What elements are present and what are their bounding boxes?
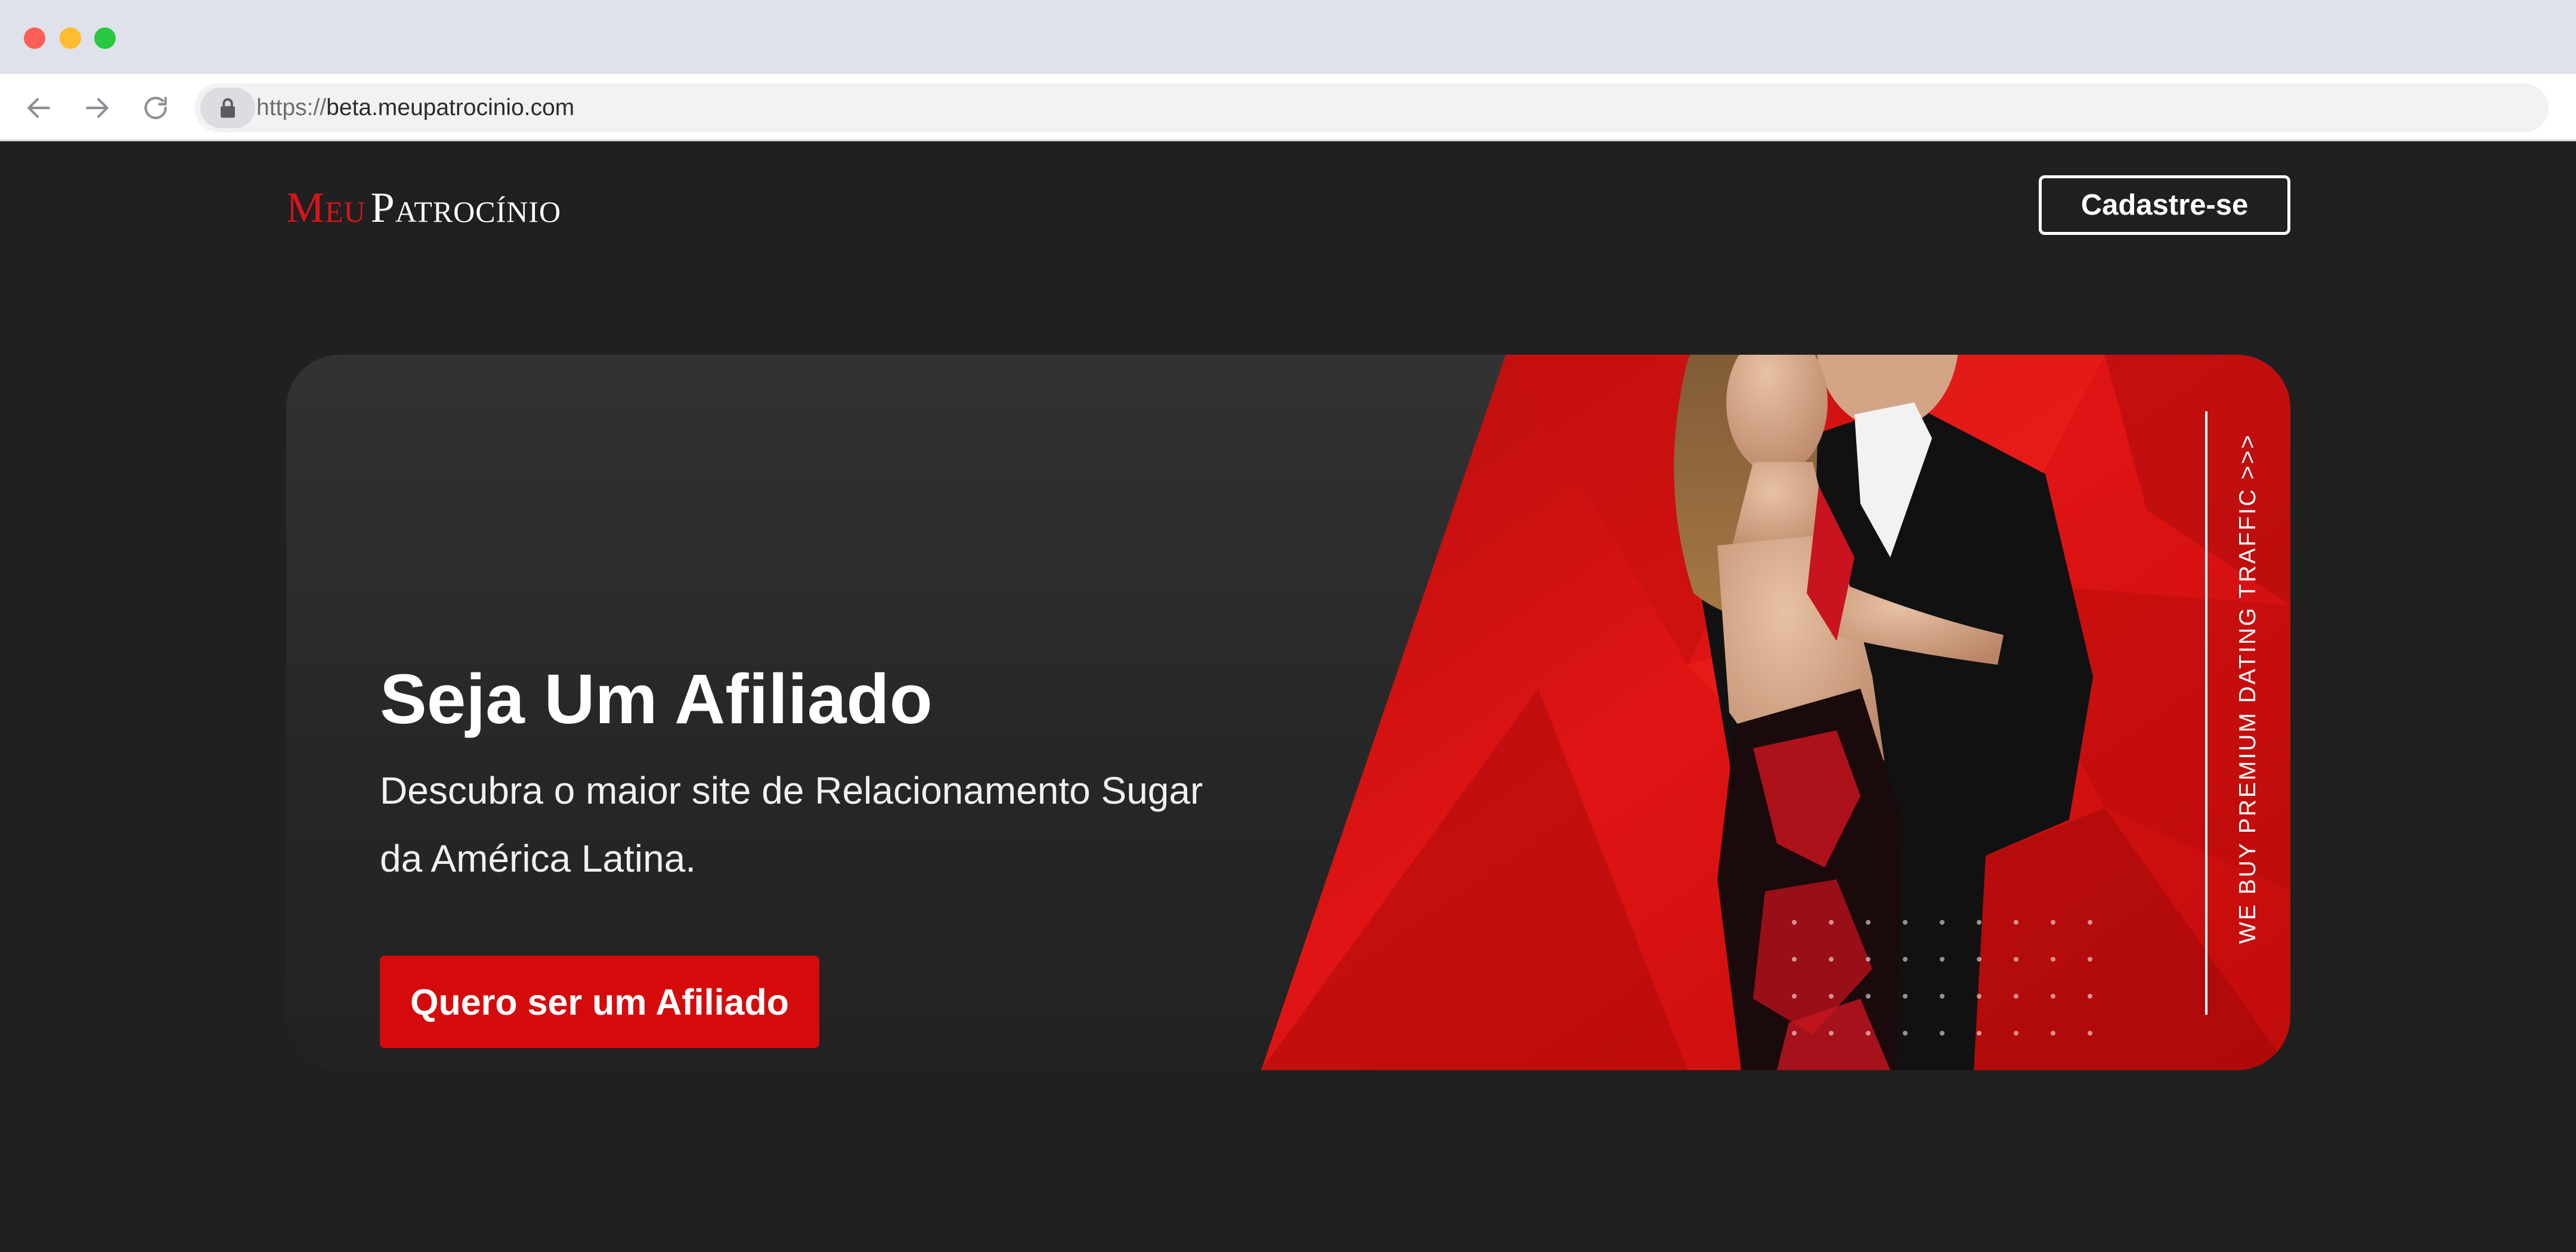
url-scheme: https:// bbox=[256, 95, 327, 120]
browser-toolbar: https://beta.meupatrocinio.com bbox=[0, 74, 2576, 141]
arrow-left-icon[interactable] bbox=[24, 93, 54, 123]
url-text[interactable]: https://beta.meupatrocinio.com bbox=[256, 83, 574, 132]
logo-part-meu: Meu bbox=[286, 184, 366, 231]
address-bar[interactable]: https://beta.meupatrocinio.com bbox=[194, 83, 2549, 132]
maximize-window-button[interactable] bbox=[94, 27, 116, 49]
page-content: Meu Patrocínio Cadastre-se Seja Um Afili… bbox=[0, 141, 2576, 1252]
hero-card: Seja Um Afiliado Descubra o maior site d… bbox=[286, 355, 2290, 1070]
logo-part-patrocinio: Patrocínio bbox=[370, 184, 562, 231]
lock-icon[interactable] bbox=[200, 88, 255, 128]
couple-photo bbox=[1300, 355, 2254, 1070]
affiliate-cta-button[interactable]: Quero ser um Afiliado bbox=[380, 956, 819, 1048]
site-logo[interactable]: Meu Patrocínio bbox=[286, 181, 561, 234]
reload-icon[interactable] bbox=[141, 93, 171, 123]
vertical-divider bbox=[2205, 411, 2207, 1015]
minimize-window-button[interactable] bbox=[60, 27, 81, 49]
hero-title: Seja Um Afiliado bbox=[380, 660, 933, 739]
window-titlebar bbox=[0, 0, 2576, 74]
url-host: beta.meupatrocinio.com bbox=[326, 95, 575, 120]
arrow-right-icon[interactable] bbox=[82, 93, 112, 123]
signup-button[interactable]: Cadastre-se bbox=[2039, 175, 2290, 235]
close-window-button[interactable] bbox=[24, 27, 45, 49]
dot-grid-decoration bbox=[1792, 920, 2096, 1051]
hero-subtitle: Descubra o maior site de Relacionamento … bbox=[380, 769, 1203, 880]
dating-traffic-link[interactable]: WE BUY PREMIUM DATING TRAFFIC >>> bbox=[2235, 433, 2261, 944]
